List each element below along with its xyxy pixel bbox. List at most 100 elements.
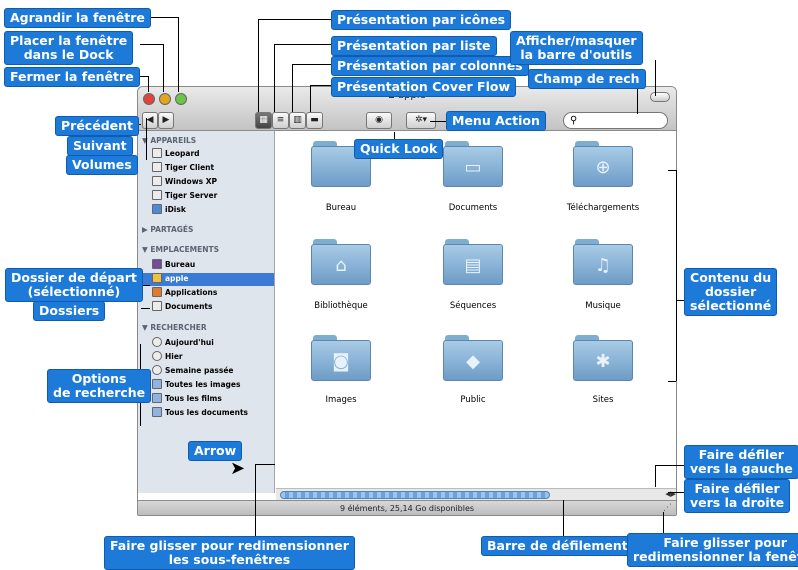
desktop-icon <box>152 259 162 269</box>
sites-folder-icon: ✱ <box>595 351 611 372</box>
folder-label: Séquences <box>449 301 497 311</box>
folder-label: Musique <box>585 301 621 311</box>
folder-label: Documents <box>448 203 498 213</box>
idisk-icon <box>152 204 162 214</box>
callout-dossier-depart: Dossier de départ (sélectionné) <box>5 268 143 302</box>
music-folder-icon: ♫ <box>594 255 612 276</box>
callout-liste: Présentation par liste <box>331 36 497 56</box>
drive-icon <box>152 190 162 200</box>
callout-barre-defilement: Barre de défilement <box>481 536 634 556</box>
sidebar-item-tiger-server[interactable]: Tiger Server <box>152 190 217 203</box>
callout-champ: Champ de rech <box>528 69 646 89</box>
folder-label: Bibliothèque <box>314 301 368 311</box>
sidebar-item-tiger-client[interactable]: Tiger Client <box>152 162 214 175</box>
library-folder-icon: ⌂ <box>335 255 347 276</box>
folder-public[interactable]: ◆ <box>443 335 503 381</box>
callout-suivant: Suivant <box>67 136 133 156</box>
callout-agrandir: Agrandir la fenêtre <box>4 8 151 28</box>
folder-bibliotheque[interactable]: ⌂ <box>311 239 371 285</box>
sidebar-item-label: Bureau <box>165 260 196 269</box>
folder-sites[interactable]: ✱ <box>573 335 633 381</box>
sidebar-item-idisk[interactable]: iDisk <box>152 204 186 217</box>
sidebar-item-label: Semaine passée <box>165 366 234 375</box>
movies-folder-icon: ▤ <box>464 255 482 276</box>
sidebar-item-yesterday[interactable]: Hier <box>152 351 183 364</box>
download-folder-icon: ⊕ <box>595 157 611 178</box>
status-text: 9 éléments, 25,14 Go disponibles <box>339 504 475 513</box>
sidebar-item-label: Aujourd'hui <box>165 338 214 347</box>
callout-fermer: Fermer la fenêtre <box>4 67 140 87</box>
callout-defiler-droite: Faire défiler vers la droite <box>684 479 791 513</box>
folder-musique[interactable]: ♫ <box>573 239 633 285</box>
scroll-thumb[interactable] <box>280 491 550 499</box>
icon-view-button[interactable]: ▦ <box>255 112 272 129</box>
sidebar-item-today[interactable]: Aujourd'hui <box>152 337 214 350</box>
sidebar-item-label: Tous les films <box>165 394 222 403</box>
sidebar-item-last-week[interactable]: Semaine passée <box>152 365 234 378</box>
callout-volumes: Volumes <box>66 155 138 175</box>
sidebar-section-shared[interactable]: ▶ PARTAGÉS <box>142 225 193 234</box>
callout-options: Options de recherche <box>47 369 152 403</box>
sidebar-item-bureau[interactable]: Bureau <box>152 259 195 272</box>
sidebar-item-label: Toutes les images <box>165 380 241 389</box>
folder-label: Sites <box>592 395 614 405</box>
callout-defiler-gauche: Faire défiler vers la gauche <box>684 445 798 479</box>
sidebar-item-windows-xp[interactable]: Windows XP <box>152 176 217 189</box>
folder-label: Public <box>460 395 486 405</box>
callout-placer: Placer la fenêtre dans le Dock <box>4 31 134 65</box>
document-icon <box>152 301 162 311</box>
horizontal-scrollbar[interactable]: ◀▶ <box>276 488 676 500</box>
forward-button[interactable]: ▶ <box>158 112 174 129</box>
sidebar-section-places: ▼ EMPLACEMENTS <box>142 245 220 254</box>
coverflow-icon: ▬ <box>310 115 319 125</box>
sidebar-item-leopard[interactable]: Leopard <box>152 148 200 161</box>
drive-icon <box>152 148 162 158</box>
folder-telechargements[interactable]: ⊕ <box>573 141 633 187</box>
search-icon: ⚲ <box>570 115 578 126</box>
smart-folder-icon <box>152 407 162 417</box>
sidebar-item-label: Documents <box>165 302 213 311</box>
resize-grip-icon[interactable]: ⋰ <box>663 501 672 515</box>
sidebar-item-all-images[interactable]: Toutes les images <box>152 379 240 392</box>
search-field[interactable]: ⚲ <box>563 112 668 129</box>
sidebar-item-all-movies[interactable]: Tous les films <box>152 393 222 406</box>
callout-glisser-fenetre: Faire glisser pour redimensionner la fen… <box>627 533 798 567</box>
back-arrow-icon: ◀ <box>146 115 154 125</box>
callout-precedent: Précédent <box>55 116 139 136</box>
smart-folder-icon <box>152 393 162 403</box>
sidebar-item-apple[interactable]: apple <box>138 273 274 286</box>
clock-icon <box>152 365 162 375</box>
back-button[interactable]: ◀ <box>142 112 158 129</box>
quicklook-button[interactable]: ◉ <box>366 112 392 129</box>
folder-sequences[interactable]: ▤ <box>443 239 503 285</box>
coverflow-view-button[interactable]: ▬ <box>306 112 323 129</box>
column-view-button[interactable]: ▥ <box>289 112 306 129</box>
public-folder-icon: ◆ <box>466 351 480 372</box>
folder-images[interactable]: ◙ <box>311 335 371 381</box>
sidebar-item-applications[interactable]: Applications <box>152 287 217 300</box>
applications-icon <box>152 287 162 297</box>
sidebar-item-documents[interactable]: Documents <box>152 301 212 314</box>
document-folder-icon: ▭ <box>464 157 482 178</box>
sidebar-item-label: Tiger Client <box>165 163 215 172</box>
clock-icon <box>152 337 162 347</box>
sidebar-section-devices: ▼ APPAREILS <box>142 136 197 145</box>
sidebar-item-all-documents[interactable]: Tous les documents <box>152 407 248 420</box>
drive-icon <box>152 162 162 172</box>
eye-icon: ◉ <box>375 115 383 125</box>
toolbar-toggle-button[interactable] <box>650 92 670 102</box>
folder-label: Bureau <box>325 203 357 213</box>
sidebar: ▼ APPAREILS Leopard Tiger Client Windows… <box>138 131 275 493</box>
folder-documents[interactable]: ▭ <box>443 141 503 187</box>
grid-icon: ▦ <box>259 115 268 125</box>
sidebar-item-label: Applications <box>165 288 218 297</box>
status-bar: 9 éléments, 25,14 Go disponibles ⋰ <box>138 500 676 515</box>
folder-label: Images <box>325 395 357 405</box>
list-view-button[interactable]: ≡ <box>272 112 289 129</box>
clock-icon <box>152 351 162 361</box>
callout-contenu: Contenu du dossier sélectionné <box>684 268 778 316</box>
drive-icon <box>152 176 162 186</box>
sidebar-item-label: apple <box>165 274 189 283</box>
folder-label: Téléchargements <box>566 203 640 213</box>
columns-icon: ▥ <box>293 115 302 125</box>
